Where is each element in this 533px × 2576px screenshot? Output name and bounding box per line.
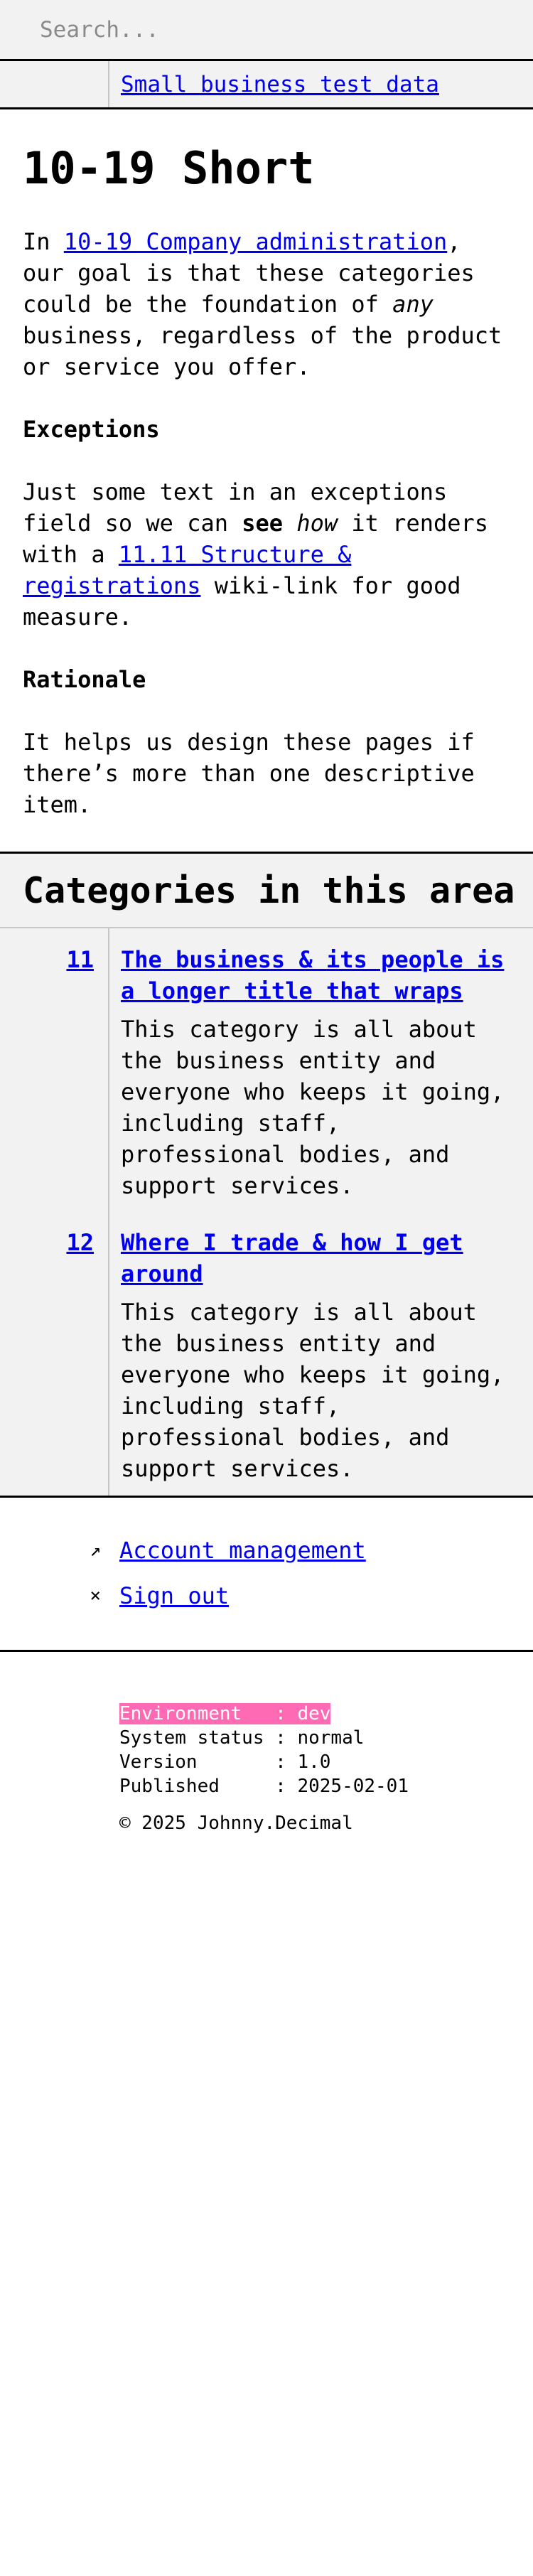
sign-out-link[interactable]: Sign out xyxy=(119,1582,229,1609)
exceptions-space xyxy=(283,510,296,537)
company-administration-link[interactable]: 10-19 Company administration xyxy=(64,228,447,255)
version-line: Version : 1.0 xyxy=(119,1751,331,1773)
category-item: 12 Where I trade & how I get around This… xyxy=(66,1227,533,1484)
rationale-paragraph: It helps us design these pages if there’… xyxy=(23,729,475,818)
copyright: © 2025 Johnny.Decimal xyxy=(119,1813,353,1834)
breadcrumb-link[interactable]: Small business test data xyxy=(121,72,439,97)
close-icon: × xyxy=(90,1585,101,1606)
search-bar xyxy=(0,0,533,61)
category-number-link[interactable]: 11 xyxy=(0,944,94,975)
breadcrumb: Small business test data xyxy=(0,61,533,109)
environment-line: Environment : dev xyxy=(119,1702,533,1726)
exceptions-strong: see xyxy=(242,510,284,537)
category-title-link[interactable]: The business & its people is a longer ti… xyxy=(121,944,516,1007)
categories-list: 11 The business & its people is a longer… xyxy=(0,928,533,1498)
search-input[interactable] xyxy=(40,16,495,43)
categories-gutter xyxy=(0,928,109,1496)
footer: Environment : dev System status : normal… xyxy=(0,1652,533,1835)
category-title-link[interactable]: Where I trade & how I get around xyxy=(121,1227,516,1289)
exceptions-emphasis: how xyxy=(296,510,338,537)
intro-emphasis: any xyxy=(392,291,434,318)
arrow-up-right-icon: ↗ xyxy=(90,1540,101,1561)
account-management-link[interactable]: Account management xyxy=(119,1537,366,1564)
category-description: This category is all about the business … xyxy=(121,1016,505,1199)
category-number-link[interactable]: 12 xyxy=(0,1227,94,1258)
sign-out-row: × Sign out xyxy=(0,1573,533,1619)
system-status-line: System status : normal xyxy=(119,1727,365,1749)
account-nav: ↗ Account management × Sign out xyxy=(0,1498,533,1652)
intro-paragraph: In 10-19 Company administration, our goa… xyxy=(23,226,510,382)
categories-section: Categories in this area 11 The business … xyxy=(0,852,533,1498)
intro-suffix: business, regardless of the product or s… xyxy=(23,322,502,380)
page-title: 10-19 Short xyxy=(23,142,315,194)
breadcrumb-gutter xyxy=(0,61,109,107)
exceptions-paragraph: Just some text in an exceptions field so… xyxy=(23,476,510,633)
categories-heading: Categories in this area xyxy=(23,869,515,911)
category-description: This category is all about the business … xyxy=(121,1299,505,1482)
account-management-row: ↗ Account management xyxy=(0,1528,533,1573)
published-line: Published : 2025-02-01 xyxy=(119,1776,409,1797)
category-item: 11 The business & its people is a longer… xyxy=(66,944,533,1201)
intro-prefix: In xyxy=(23,228,64,255)
rationale-heading: Rationale xyxy=(23,666,146,693)
environment-badge: Environment : dev xyxy=(119,1703,331,1724)
categories-heading-bar: Categories in this area xyxy=(0,852,533,928)
article: 10-19 Short In 10-19 Company administrat… xyxy=(0,109,533,820)
exceptions-heading: Exceptions xyxy=(23,416,160,443)
